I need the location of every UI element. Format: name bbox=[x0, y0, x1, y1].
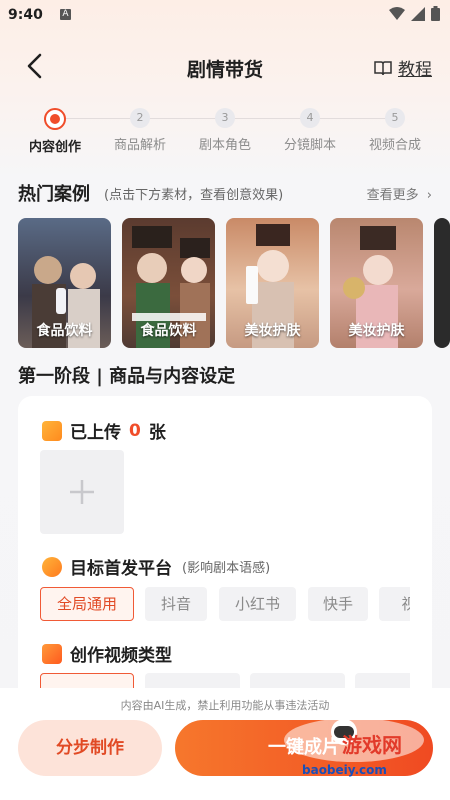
case-caption: 食品饮料 bbox=[36, 323, 93, 339]
video-type-option[interactable] bbox=[355, 673, 410, 689]
upload-heading: 已上传 0 张 bbox=[42, 418, 166, 443]
step-number: 4 bbox=[300, 108, 320, 128]
see-more-link[interactable]: 查看更多 › bbox=[367, 184, 432, 203]
clapper-icon bbox=[42, 643, 62, 664]
megaphone-icon bbox=[42, 556, 62, 577]
battery-icon bbox=[431, 6, 440, 21]
step-video-compose[interactable]: 5 视频合成 bbox=[350, 108, 440, 153]
platform-label: 目标首发平台 bbox=[70, 559, 172, 579]
upload-prefix: 已上传 bbox=[70, 423, 121, 443]
step-number: 3 bbox=[215, 108, 235, 128]
case-card-food-1[interactable]: 食品饮料 bbox=[18, 218, 111, 348]
step-label: 剧本角色 bbox=[198, 138, 251, 153]
hot-cases-title: 热门案例 bbox=[18, 184, 90, 205]
platform-hint: (影响剧本语感) bbox=[182, 561, 271, 576]
svg-text:baobeiy.com: baobeiy.com bbox=[302, 763, 387, 777]
case-card-food-2[interactable]: 食品饮料 bbox=[122, 218, 215, 348]
step-number: 5 bbox=[385, 108, 405, 128]
step-active-indicator bbox=[44, 108, 66, 130]
step-content-creation[interactable]: 内容创作 bbox=[10, 108, 100, 155]
step-script-roles[interactable]: 3 剧本角色 bbox=[180, 108, 270, 153]
video-type-options bbox=[40, 673, 410, 689]
upload-count: 0 bbox=[129, 420, 141, 441]
signal-icon bbox=[411, 6, 425, 21]
plus-icon bbox=[70, 480, 94, 504]
video-type-option[interactable] bbox=[145, 673, 240, 689]
book-icon bbox=[374, 60, 392, 75]
case-caption: 美妆护肤 bbox=[244, 323, 301, 339]
video-type-label: 创作视频类型 bbox=[70, 646, 172, 666]
platform-option-all[interactable]: 全局通用 bbox=[40, 587, 134, 621]
tutorial-link[interactable]: 教程 bbox=[374, 55, 432, 80]
add-image-button[interactable] bbox=[40, 450, 124, 534]
ai-notice: 内容由AI生成，禁止利用功能从事违法活动 bbox=[120, 699, 330, 712]
case-caption: 美妆护肤 bbox=[348, 323, 405, 339]
step-storyboard[interactable]: 4 分镜脚本 bbox=[265, 108, 355, 153]
step-label: 商品解析 bbox=[113, 138, 166, 153]
step-label: 分镜脚本 bbox=[283, 138, 336, 153]
platform-options: 全局通用 抖音 小红书 快手 视 bbox=[40, 587, 410, 623]
video-type-option[interactable] bbox=[250, 673, 345, 689]
case-card-beauty-2[interactable]: 美妆护肤 bbox=[330, 218, 423, 348]
step-by-step-button[interactable]: 分步制作 bbox=[18, 720, 162, 776]
platform-option-kuaishou[interactable]: 快手 bbox=[308, 587, 368, 621]
notification-a-icon: A bbox=[60, 9, 71, 20]
see-more-label: 查看更多 bbox=[366, 188, 419, 203]
step-number: 2 bbox=[130, 108, 150, 128]
watermark-logo: 游戏网 baobeiy.com bbox=[282, 712, 432, 780]
case-caption: 食品饮料 bbox=[140, 323, 197, 339]
video-type-option-selected[interactable] bbox=[40, 673, 134, 689]
image-icon bbox=[42, 420, 62, 441]
case-card-partial[interactable] bbox=[434, 218, 450, 348]
platform-heading: 目标首发平台 (影响剧本语感) bbox=[42, 554, 270, 579]
hot-cases-subtitle: (点击下方素材，查看创意效果) bbox=[104, 188, 284, 203]
platform-option-xiaohongshu[interactable]: 小红书 bbox=[219, 587, 296, 621]
status-bar: 9:40 A bbox=[0, 0, 450, 32]
chevron-right-icon: › bbox=[426, 188, 432, 203]
status-time: 9:40 bbox=[8, 7, 43, 23]
wifi-icon bbox=[389, 6, 405, 20]
tutorial-label: 教程 bbox=[398, 60, 432, 80]
step-label: 视频合成 bbox=[368, 138, 421, 153]
platform-option-video[interactable]: 视 bbox=[379, 587, 410, 621]
step-label: 内容创作 bbox=[28, 140, 81, 155]
upload-suffix: 张 bbox=[148, 423, 166, 443]
svg-text:游戏网: 游戏网 bbox=[342, 733, 402, 757]
platform-option-douyin[interactable]: 抖音 bbox=[145, 587, 207, 621]
video-type-heading: 创作视频类型 bbox=[42, 641, 172, 666]
case-card-beauty-1[interactable]: 美妆护肤 bbox=[226, 218, 319, 348]
stage-title: 第一阶段 | 商品与内容设定 bbox=[18, 366, 236, 387]
step-product-analysis[interactable]: 2 商品解析 bbox=[95, 108, 185, 153]
status-icons bbox=[389, 6, 440, 21]
